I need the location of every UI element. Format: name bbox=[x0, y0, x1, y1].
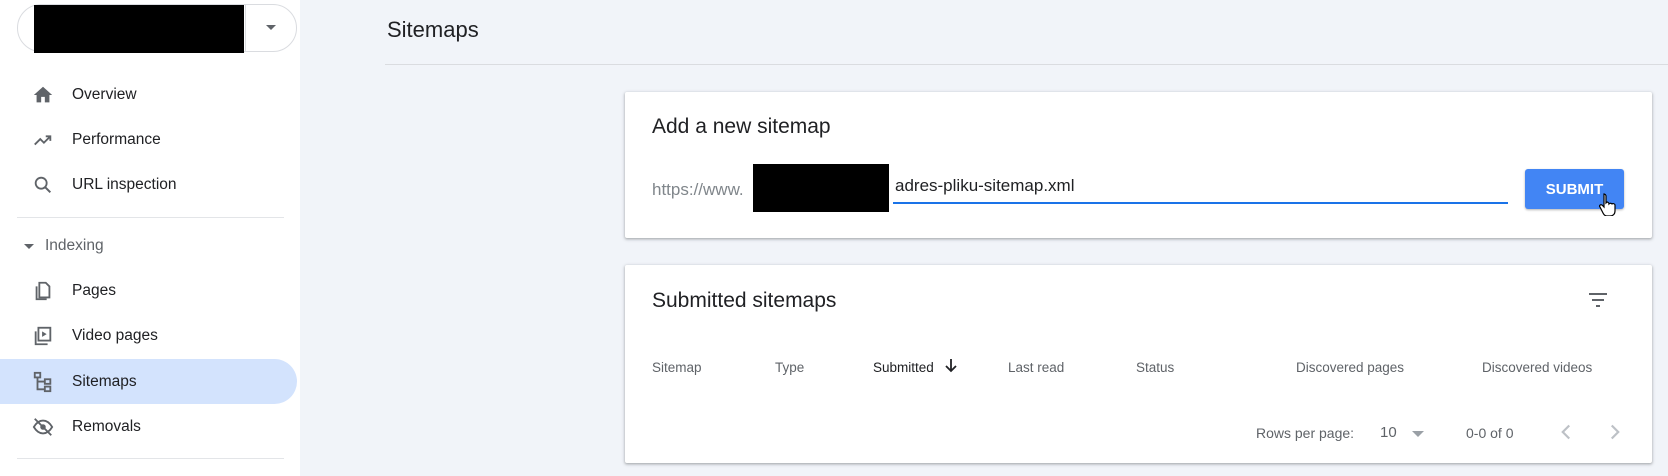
add-sitemap-title: Add a new sitemap bbox=[652, 115, 831, 138]
header-divider bbox=[385, 64, 1668, 65]
sidebar-item-label: Removals bbox=[72, 417, 141, 435]
chevron-right-icon[interactable] bbox=[1602, 419, 1628, 445]
sidebar-item-overview[interactable]: Overview bbox=[0, 72, 297, 117]
sidebar-item-label: Video pages bbox=[72, 326, 158, 344]
submitted-sitemaps-title: Submitted sitemaps bbox=[652, 289, 837, 312]
column-header-last-read[interactable]: Last read bbox=[1008, 360, 1064, 375]
sidebar-item-url-inspection[interactable]: URL inspection bbox=[0, 162, 297, 207]
sidebar-item-label: URL inspection bbox=[72, 175, 177, 193]
video-pages-icon bbox=[34, 326, 52, 346]
page-title: Sitemaps bbox=[387, 17, 479, 42]
column-header-discovered-videos[interactable]: Discovered videos bbox=[1482, 360, 1592, 375]
rows-per-page-label: Rows per page: bbox=[1256, 425, 1355, 441]
column-header-sitemap[interactable]: Sitemap bbox=[652, 360, 702, 375]
add-sitemap-card: Add a new sitemap https://www. SUBMIT bbox=[625, 92, 1652, 238]
home-icon bbox=[33, 86, 53, 103]
sidebar-item-label: Pages bbox=[72, 281, 116, 299]
sidebar-item-removals[interactable]: Removals bbox=[0, 404, 297, 449]
column-header-discovered-pages[interactable]: Discovered pages bbox=[1296, 360, 1404, 375]
sidebar-item-pages[interactable]: Pages bbox=[0, 268, 297, 313]
property-selector-divider bbox=[245, 5, 246, 51]
submitted-sitemaps-card: Submitted sitemaps Sitemap Type Submitte… bbox=[625, 265, 1652, 463]
arrow-down-icon[interactable] bbox=[943, 357, 959, 375]
hand-cursor-icon bbox=[1599, 193, 1616, 216]
sidebar-item-video-pages[interactable]: Video pages bbox=[0, 313, 297, 358]
column-header-status[interactable]: Status bbox=[1136, 360, 1174, 375]
sidebar-divider bbox=[17, 217, 284, 218]
domain-redacted bbox=[753, 164, 889, 212]
sidebar-item-label: Overview bbox=[72, 85, 137, 103]
dropdown-caret-icon[interactable] bbox=[266, 25, 276, 30]
pages-icon bbox=[35, 281, 51, 301]
sidebar-section-indexing[interactable]: Indexing bbox=[0, 227, 297, 267]
property-name-redacted bbox=[34, 5, 244, 53]
property-selector[interactable] bbox=[17, 4, 297, 53]
filter-icon[interactable] bbox=[1586, 288, 1610, 312]
column-header-submitted[interactable]: Submitted bbox=[873, 360, 934, 375]
sidebar-divider bbox=[17, 458, 284, 459]
caret-down-icon bbox=[24, 244, 34, 249]
url-prefix: https://www. bbox=[652, 180, 744, 199]
eye-off-icon bbox=[32, 418, 54, 436]
column-header-type[interactable]: Type bbox=[775, 360, 804, 375]
sitemap-url-input[interactable] bbox=[893, 170, 1508, 204]
sidebar: Overview Performance URL inspection Inde… bbox=[0, 0, 300, 476]
sidebar-item-label: Performance bbox=[72, 130, 161, 148]
sitemap-icon bbox=[33, 371, 52, 393]
sidebar-item-sitemaps[interactable]: Sitemaps bbox=[0, 359, 297, 404]
rows-per-page-select[interactable]: 10 bbox=[1380, 424, 1397, 441]
chevron-left-icon[interactable] bbox=[1553, 419, 1579, 445]
sidebar-section-label: Indexing bbox=[45, 237, 104, 254]
sidebar-item-label: Sitemaps bbox=[72, 372, 137, 390]
chevron-down-icon[interactable] bbox=[1412, 431, 1424, 437]
sidebar-item-performance[interactable]: Performance bbox=[0, 117, 297, 162]
trending-up-icon bbox=[34, 135, 52, 146]
search-icon bbox=[34, 176, 52, 194]
pagination-range: 0-0 of 0 bbox=[1466, 425, 1514, 441]
